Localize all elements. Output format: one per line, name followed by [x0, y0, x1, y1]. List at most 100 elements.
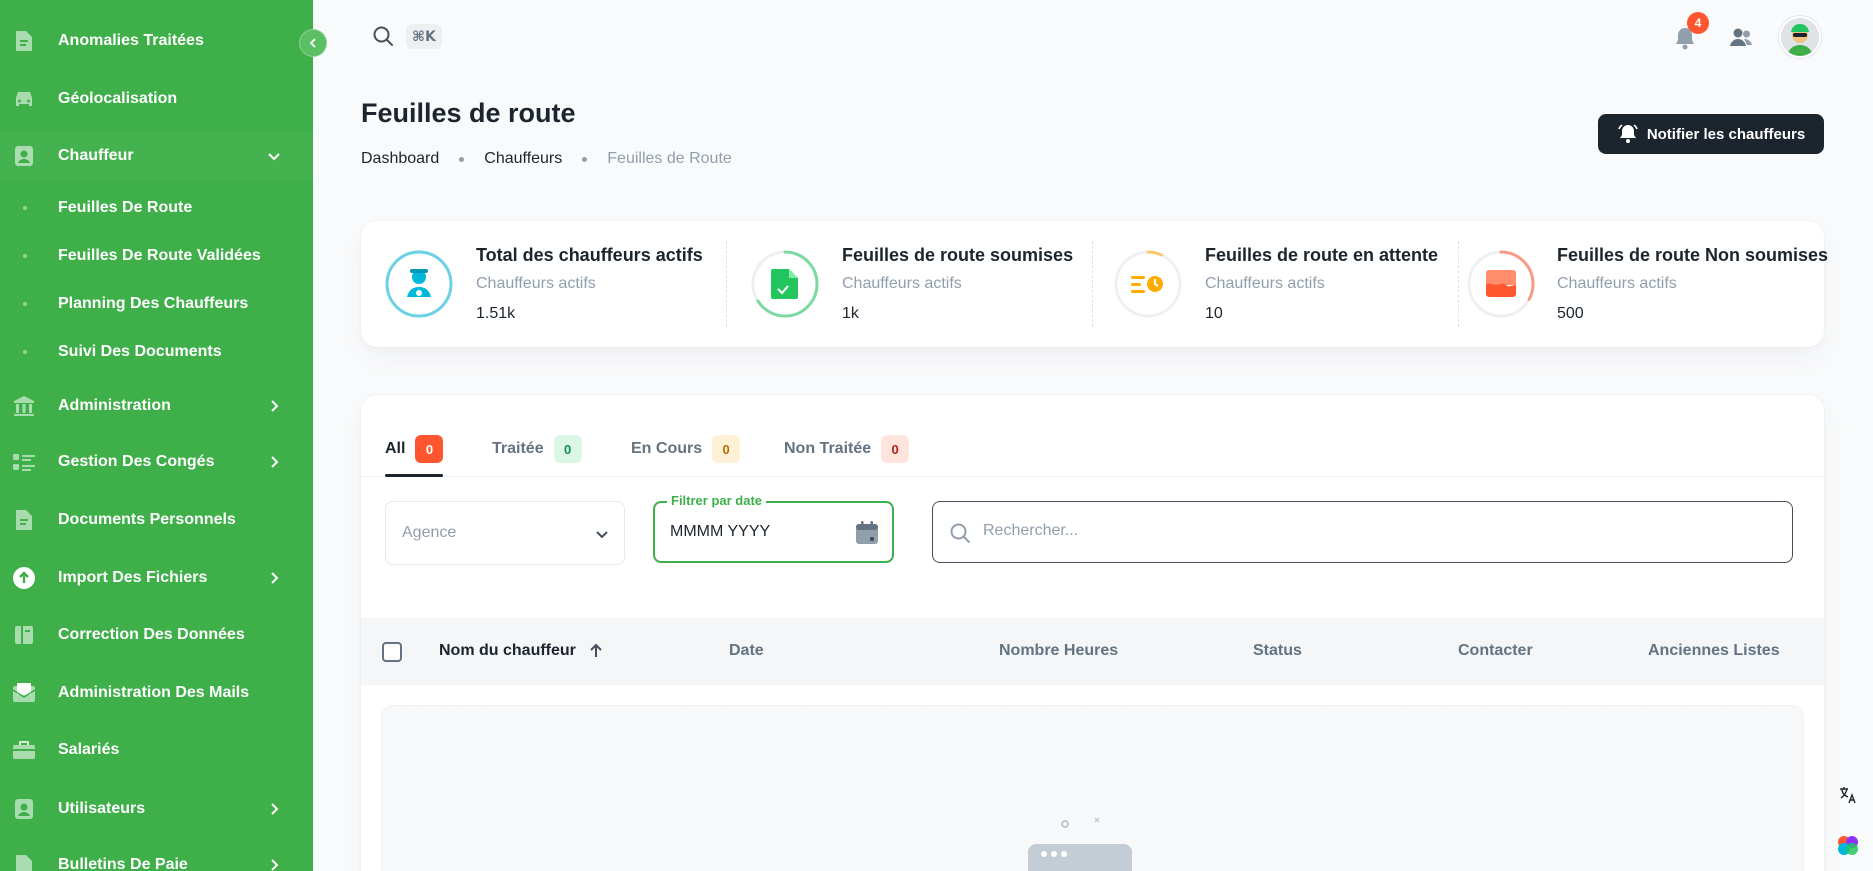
search-placeholder: Rechercher...	[983, 522, 1079, 539]
stat-value: 500	[1557, 305, 1584, 322]
tab-label: All	[385, 440, 406, 457]
document-icon	[12, 508, 36, 532]
car-icon	[12, 87, 36, 111]
sidebar-item-geolocalisation[interactable]: Géolocalisation	[0, 75, 313, 123]
translate-button[interactable]	[1835, 782, 1861, 808]
sidebar-subitem-label: Feuilles De Route	[58, 199, 193, 216]
tab-count-badge: 0	[712, 435, 741, 463]
bell-ring-icon	[1618, 124, 1638, 143]
stat-total-chauffeurs: Total des chauffeurs actifs Chauffeurs a…	[361, 221, 727, 347]
sidebar-item-label: Bulletins De Paie	[58, 856, 188, 871]
bullet-dot	[23, 302, 27, 306]
bullet-dot	[23, 350, 27, 354]
bullet-dot	[23, 254, 27, 258]
list-icon	[12, 450, 36, 474]
stat-feuilles-en-attente: Feuilles de route en attente Chauffeurs …	[1093, 221, 1459, 347]
contacts-button[interactable]	[1728, 25, 1754, 51]
agence-select[interactable]: Agence	[385, 501, 625, 565]
sidebar-item-label: Géolocalisation	[58, 90, 178, 107]
tab-label: Traitée	[492, 440, 544, 457]
sidebar-item-salaries[interactable]: Salariés	[0, 726, 313, 774]
ai-assistant-button[interactable]	[1835, 832, 1861, 858]
sidebar-item-conges[interactable]: Gestion Des Congés	[0, 438, 313, 486]
breadcrumb-separator	[582, 156, 588, 162]
sidebar-item-bulletins-paie[interactable]: Bulletins De Paie	[0, 841, 313, 871]
tab-label: Non Traitée	[784, 440, 872, 457]
mail-icon	[12, 681, 36, 705]
stat-value: 1k	[842, 305, 859, 322]
notification-count-badge: 4	[1687, 12, 1709, 34]
stat-subtitle: Chauffeurs actifs	[1557, 275, 1677, 292]
notify-drivers-button[interactable]: Notifier les chauffeurs	[1598, 114, 1824, 154]
tab-traitee[interactable]: Traitée 0	[492, 435, 582, 477]
tab-count-badge: 0	[553, 435, 582, 463]
sidebar-item-administration[interactable]: Administration	[0, 382, 313, 430]
column-anciennes-listes[interactable]: Anciennes Listes	[1648, 642, 1780, 660]
upload-icon	[12, 566, 36, 590]
stat-title: Feuilles de route Non soumises	[1557, 245, 1829, 265]
empty-inbox-illustration	[1028, 817, 1132, 871]
sort-arrow-up-icon[interactable]	[587, 642, 605, 660]
empty-state	[381, 705, 1804, 871]
progress-ring	[751, 250, 819, 318]
brain-icon	[1838, 836, 1858, 855]
breadcrumb-chauffeurs[interactable]: Chauffeurs	[484, 150, 562, 168]
sidebar-subitem-planning[interactable]: Planning Des Chauffeurs	[0, 284, 313, 324]
sidebar-item-utilisateurs[interactable]: Utilisateurs	[0, 785, 313, 833]
stat-title: Total des chauffeurs actifs	[476, 245, 703, 265]
sidebar-item-import-fichiers[interactable]: Import Des Fichiers	[0, 554, 313, 602]
stat-feuilles-non-soumises: Feuilles de route Non soumises Chauffeur…	[1459, 221, 1828, 347]
column-nom-chauffeur[interactable]: Nom du chauffeur	[439, 642, 576, 660]
column-nombre-heures[interactable]: Nombre Heures	[999, 642, 1118, 660]
driver-icon	[407, 269, 431, 297]
search-button[interactable]	[372, 25, 394, 47]
sidebar-subitem-label: Suivi Des Documents	[58, 343, 222, 360]
tab-en-cours[interactable]: En Cours 0	[631, 435, 741, 477]
search-shortcut-badge: ⌘K	[406, 24, 442, 49]
avatar-image	[1781, 18, 1819, 56]
chevron-down-icon	[266, 148, 282, 164]
search-field[interactable]: Rechercher...	[932, 501, 1793, 563]
avatar[interactable]	[1779, 16, 1821, 58]
sidebar-item-chauffeur[interactable]: Chauffeur	[0, 132, 313, 180]
table-card: All 0 Traitée 0 En Cours 0 Non Traitée 0…	[361, 395, 1824, 871]
progress-ring	[1467, 250, 1535, 318]
tab-non-traitee[interactable]: Non Traitée 0	[784, 435, 910, 477]
chevron-right-icon	[266, 398, 282, 414]
search-icon	[373, 26, 393, 46]
sidebar-subitem-feuilles-de-route[interactable]: Feuilles De Route	[0, 188, 313, 228]
date-filter-placeholder: MMMM YYYY	[670, 523, 771, 540]
sidebar-subitem-feuilles-validees[interactable]: Feuilles De Route Validées	[0, 236, 313, 276]
calendar-icon[interactable]	[854, 520, 880, 546]
breadcrumb-current: Feuilles de Route	[607, 150, 732, 167]
sidebar-item-correction-donnees[interactable]: Correction Des Données	[0, 611, 313, 659]
date-filter-field[interactable]: Filtrer par date MMMM YYYY	[653, 493, 894, 563]
sidebar-item-administration-mails[interactable]: Administration Des Mails	[0, 669, 313, 717]
tab-all[interactable]: All 0	[385, 435, 444, 477]
chevron-down-icon	[596, 531, 608, 539]
tab-count-badge: 0	[415, 435, 444, 463]
sidebar-item-label: Import Des Fichiers	[58, 569, 208, 586]
column-status[interactable]: Status	[1253, 642, 1302, 660]
table-header: Nom du chauffeur Date Nombre Heures Stat…	[361, 618, 1824, 685]
breadcrumb: Dashboard Chauffeurs Feuilles de Route	[361, 150, 732, 168]
document-cancel-icon	[1486, 270, 1516, 297]
column-contacter[interactable]: Contacter	[1458, 642, 1533, 660]
user-icon	[12, 144, 36, 168]
stat-value: 10	[1205, 305, 1223, 322]
select-all-checkbox[interactable]	[382, 642, 402, 662]
stats-card: Total des chauffeurs actifs Chauffeurs a…	[361, 221, 1828, 347]
sidebar-item-label: Chauffeur	[58, 147, 134, 164]
sidebar-subitem-label: Feuilles De Route Validées	[58, 247, 261, 264]
sidebar-item-anomalies[interactable]: Anomalies Traitées	[0, 17, 313, 65]
document-icon	[12, 29, 36, 53]
sidebar-collapse-button[interactable]	[299, 29, 327, 57]
chevron-right-icon	[266, 454, 282, 470]
sidebar-item-documents-personnels[interactable]: Documents Personnels	[0, 496, 313, 544]
breadcrumb-dashboard[interactable]: Dashboard	[361, 150, 439, 168]
sidebar-subitem-suivi-documents[interactable]: Suivi Des Documents	[0, 332, 313, 372]
user-icon	[12, 797, 36, 821]
search-icon	[950, 523, 970, 543]
column-date[interactable]: Date	[729, 642, 764, 660]
stat-value: 1.51k	[476, 305, 516, 322]
